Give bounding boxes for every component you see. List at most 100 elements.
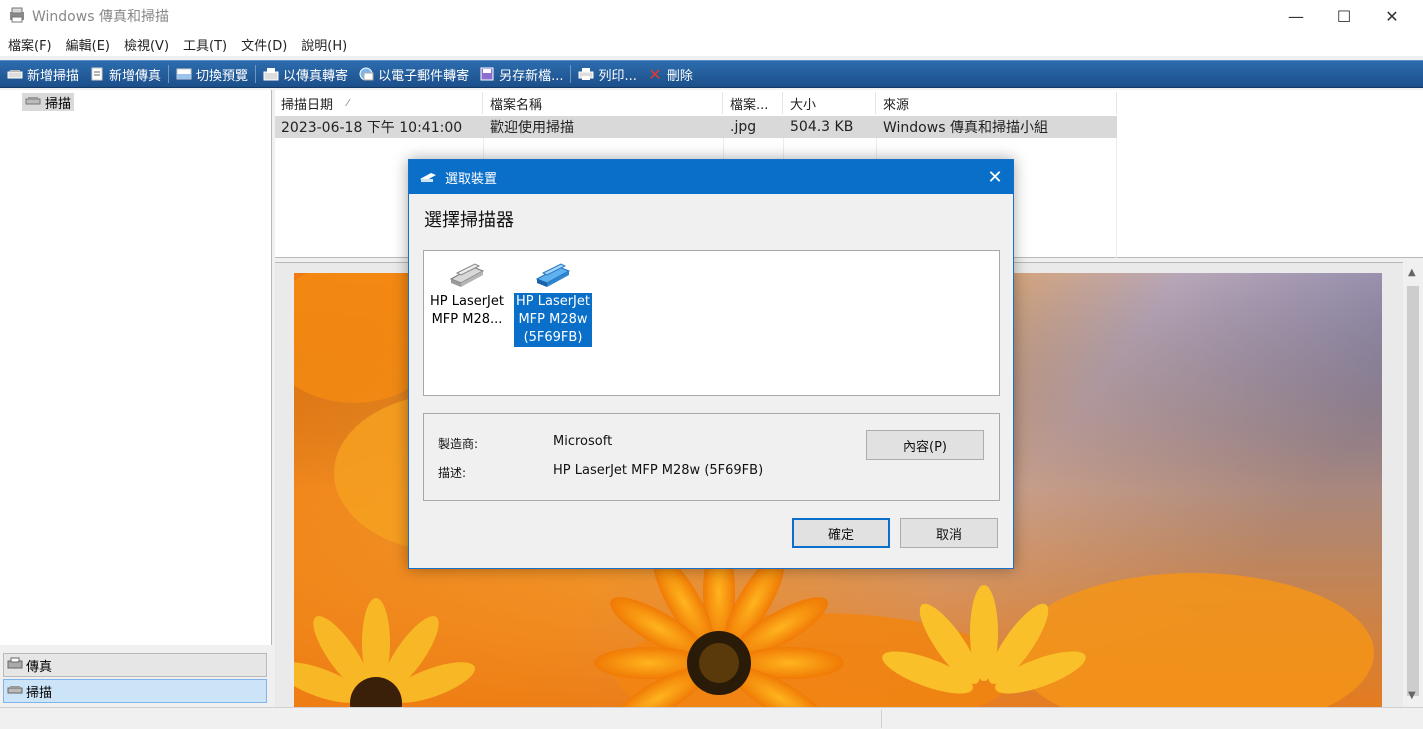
dialog-title-bar: 選取裝置 xyxy=(409,160,1013,194)
scrollbar-thumb[interactable] xyxy=(1407,286,1419,696)
forward-fax-button[interactable]: 以傳真轉寄 xyxy=(258,61,353,87)
select-device-dialog: 選取裝置 ✕ 選擇掃描器 HP LaserJet MFP M28... HP L… xyxy=(408,159,1014,569)
device-info-group: 製造商: Microsoft 描述: HP LaserJet MFP M28w … xyxy=(423,413,1000,501)
scanner-list: HP LaserJet MFP M28... HP LaserJet MFP M… xyxy=(423,250,1000,396)
cell-size: 504.3 KB xyxy=(790,119,854,135)
column-header-label: 掃描日期 xyxy=(281,97,334,113)
toolbar: 新增掃描 新增傳真 切換預覽 以傳真轉寄 以電子郵件轉寄 另存新檔... 列印.… xyxy=(0,60,1423,88)
delete-x-icon: ✕ xyxy=(648,64,662,84)
nav-scan-button[interactable]: 掃描 xyxy=(3,679,267,703)
column-header-scan-date[interactable]: 掃描日期 ⁄ xyxy=(275,92,483,114)
nav-scan-label: 掃描 xyxy=(26,685,53,701)
column-header-label: 來源 xyxy=(883,97,910,113)
window-title: Windows 傳真和掃描 xyxy=(32,9,169,25)
scanner-icon xyxy=(25,95,41,110)
cell-type: .jpg xyxy=(730,119,757,135)
dialog-close-icon[interactable]: ✕ xyxy=(983,165,1007,189)
properties-button[interactable]: 內容(P) xyxy=(866,430,984,460)
new-scan-label: 新增掃描 xyxy=(27,68,80,84)
column-header-source[interactable]: 來源 xyxy=(877,92,1117,114)
status-bar xyxy=(0,707,1423,729)
description-value: HP LaserJet MFP M28w (5F69FB) xyxy=(553,463,764,478)
cell-source: Windows 傳真和掃描小組 xyxy=(883,120,1048,136)
scanner-item-selected[interactable]: HP LaserJet MFP M28w (5F69FB) xyxy=(512,257,594,347)
cancel-button[interactable]: 取消 xyxy=(900,518,998,548)
navigation-buttons: 傳真 掃描 xyxy=(0,645,272,707)
new-fax-button[interactable]: 新增傳真 xyxy=(84,61,166,87)
printer-icon xyxy=(578,67,594,81)
fax-machine-icon xyxy=(7,657,23,673)
scanner-label-line: MFP M28w xyxy=(518,312,588,327)
column-gridline xyxy=(1116,138,1117,258)
scroll-down-arrow-icon[interactable]: ▼ xyxy=(1408,690,1416,701)
floppy-disk-icon xyxy=(479,67,495,81)
title-bar: Windows 傳真和掃描 — ☐ ✕ xyxy=(0,0,1423,32)
dialog-title: 選取裝置 xyxy=(445,171,498,187)
description-label: 描述: xyxy=(438,466,467,480)
forward-email-label: 以電子郵件轉寄 xyxy=(378,68,470,84)
column-header-size[interactable]: 大小 xyxy=(784,92,876,114)
menu-document[interactable]: 文件(D) xyxy=(235,35,293,54)
scanner-label-line: HP LaserJet xyxy=(515,294,590,309)
scanner-icon xyxy=(7,67,23,81)
new-scan-button[interactable]: 新增掃描 xyxy=(2,61,84,87)
scanner-device-icon xyxy=(426,257,508,289)
menu-bar: 檔案(F) 編輯(E) 檢視(V) 工具(T) 文件(D) 說明(H) xyxy=(0,32,1423,56)
new-fax-label: 新增傳真 xyxy=(109,68,162,84)
print-button[interactable]: 列印... xyxy=(573,61,641,87)
maximize-button[interactable]: ☐ xyxy=(1321,0,1367,32)
manufacturer-label: 製造商: xyxy=(438,437,479,451)
new-document-icon xyxy=(89,67,105,81)
nav-fax-button[interactable]: 傳真 xyxy=(3,653,267,677)
cell-date: 2023-06-18 下午 10:41:00 xyxy=(281,120,463,136)
toolbar-separator xyxy=(570,65,572,83)
column-header-file-type[interactable]: 檔案... xyxy=(724,92,783,114)
delete-button[interactable]: ✕ 刪除 xyxy=(642,61,698,87)
minimize-button[interactable]: — xyxy=(1273,0,1319,32)
delete-label: 刪除 xyxy=(666,68,693,84)
scanner-device-icon xyxy=(512,257,594,289)
email-globe-icon xyxy=(358,67,374,81)
toggle-preview-label: 切換預覽 xyxy=(196,68,249,84)
sort-indicator-icon: ⁄ xyxy=(347,97,349,109)
toolbar-separator xyxy=(168,65,170,83)
toolbar-separator xyxy=(255,65,257,83)
preview-pane-icon xyxy=(176,67,192,81)
scanner-item-label: HP LaserJet MFP M28... xyxy=(428,293,506,329)
folder-tree: 掃描 xyxy=(0,90,272,645)
status-divider xyxy=(881,710,882,728)
tree-node-label: 掃描 xyxy=(45,96,72,112)
forward-fax-label: 以傳真轉寄 xyxy=(283,68,349,84)
scanner-label-line: HP LaserJet xyxy=(429,294,504,309)
scanner-label-line: (5F69FB) xyxy=(523,330,583,345)
save-as-label: 另存新檔... xyxy=(499,68,564,84)
cell-name: 歡迎使用掃描 xyxy=(490,120,574,136)
scanner-label-line: MFP M28... xyxy=(431,312,503,327)
preview-scrollbar[interactable]: ▲ ▼ xyxy=(1403,262,1423,707)
scanner-icon xyxy=(419,171,437,183)
fax-machine-icon xyxy=(263,67,279,81)
nav-fax-label: 傳真 xyxy=(26,659,53,675)
column-header-file-name[interactable]: 檔案名稱 xyxy=(484,92,723,114)
ok-button[interactable]: 確定 xyxy=(792,518,890,548)
scanner-item-label: HP LaserJet MFP M28w (5F69FB) xyxy=(513,293,592,347)
menu-view[interactable]: 檢視(V) xyxy=(118,35,175,54)
save-as-button[interactable]: 另存新檔... xyxy=(474,61,568,87)
column-header-label: 檔案名稱 xyxy=(490,97,543,113)
fax-scan-app-icon xyxy=(8,7,26,23)
menu-file[interactable]: 檔案(F) xyxy=(2,35,58,54)
column-header-label: 大小 xyxy=(790,97,817,113)
scanner-icon xyxy=(7,684,23,699)
menu-help[interactable]: 說明(H) xyxy=(295,35,353,54)
close-button[interactable]: ✕ xyxy=(1369,0,1415,32)
forward-email-button[interactable]: 以電子郵件轉寄 xyxy=(353,61,474,87)
scroll-up-arrow-icon[interactable]: ▲ xyxy=(1408,267,1416,278)
manufacturer-value: Microsoft xyxy=(553,434,613,449)
menu-tools[interactable]: 工具(T) xyxy=(177,35,233,54)
menu-edit[interactable]: 編輯(E) xyxy=(60,35,116,54)
scanner-item[interactable]: HP LaserJet MFP M28... xyxy=(426,257,508,329)
tree-node-scan[interactable]: 掃描 xyxy=(22,93,75,112)
toggle-preview-button[interactable]: 切換預覽 xyxy=(171,61,253,87)
column-header-label: 檔案... xyxy=(730,97,769,113)
print-label: 列印... xyxy=(598,68,637,84)
